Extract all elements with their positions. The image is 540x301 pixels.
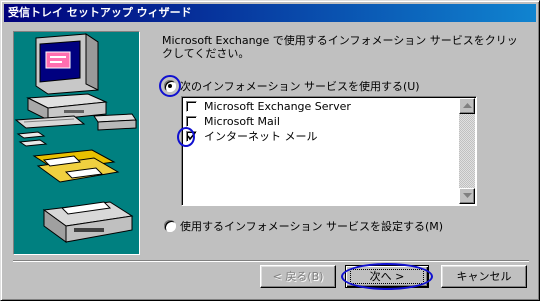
computer-mail-printer-illustration-icon: [14, 33, 137, 243]
cancel-button[interactable]: キャンセル: [441, 265, 527, 288]
annotation-oval: [341, 263, 433, 290]
annotation-circle: [159, 75, 181, 97]
arrow-down-icon: [463, 193, 472, 198]
title-bar[interactable]: 受信トレイ セットアップ ウィザード: [4, 4, 536, 22]
button-separator: [13, 260, 529, 262]
services-listbox[interactable]: Microsoft Exchange Server Microsoft Mail…: [181, 96, 477, 206]
service-label: Microsoft Exchange Server: [204, 100, 351, 113]
arrow-up-icon: [463, 103, 472, 108]
service-checkbox[interactable]: [186, 116, 197, 127]
annotation-circle: [177, 127, 195, 147]
vertical-scrollbar[interactable]: [459, 98, 475, 204]
service-label: Microsoft Mail: [204, 115, 280, 128]
use-following-services-label[interactable]: 次のインフォメーション サービスを使用する(U): [180, 80, 420, 93]
description-text: Microsoft Exchange で使用するインフォメーション サービスをク…: [162, 34, 518, 60]
service-checkbox[interactable]: [186, 101, 197, 112]
wizard-illustration: [13, 31, 140, 255]
manual-setup-label[interactable]: 使用するインフォメーション サービスを設定する(M): [180, 220, 443, 233]
scroll-up-button[interactable]: [459, 98, 475, 114]
window-title: 受信トレイ セットアップ ウィザード: [8, 6, 192, 19]
scroll-down-button[interactable]: [459, 188, 475, 204]
back-button[interactable]: < 戻る(B): [260, 265, 336, 288]
manual-setup-radio[interactable]: [164, 220, 176, 232]
setup-wizard-window: 受信トレイ セットアップ ウィザード Microsoft Exchange で使…: [0, 0, 540, 301]
service-label: インターネット メール: [204, 130, 318, 143]
